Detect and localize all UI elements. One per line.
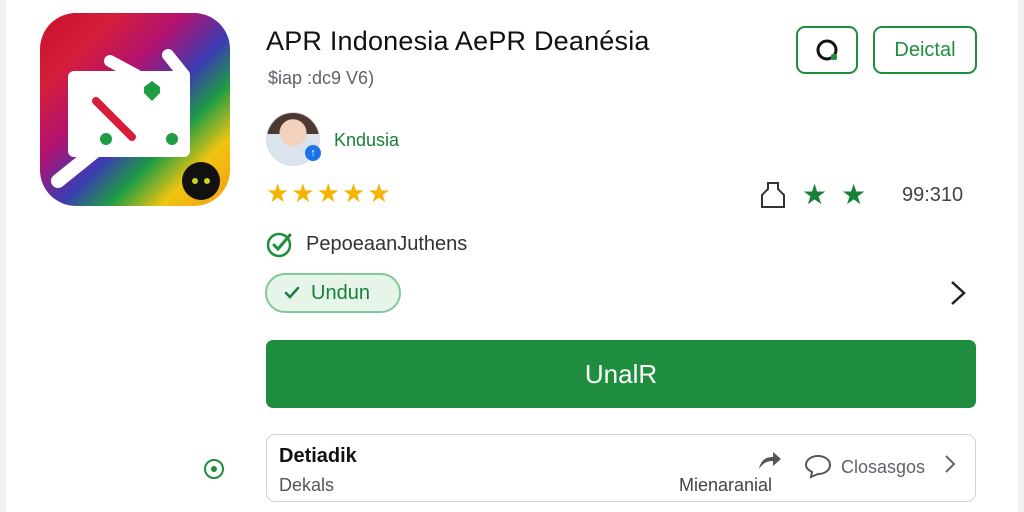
rating-stars: ★★★★★ [266, 178, 393, 208]
chip-label: Undun [311, 281, 370, 304]
check-icon [284, 286, 300, 299]
share-icon[interactable] [757, 449, 783, 471]
details-subtitle: Dekals [279, 475, 335, 495]
primary-action-button[interactable]: UnalR [266, 340, 976, 408]
details-card[interactable]: Detiadik Dekals Mienaranial Closasgos [266, 434, 976, 502]
secondary-button[interactable]: Deictal [873, 26, 977, 74]
stat-value: 99:310 [902, 184, 964, 206]
installed-chip[interactable]: Undun [265, 273, 401, 313]
feature-row: PepoeaanJuthens [266, 230, 467, 258]
icon-badge [182, 162, 220, 200]
details-action-text[interactable]: Closasgos [841, 457, 925, 478]
green-star-icon: ★ [841, 179, 867, 210]
developer-avatar[interactable]: ↑ [266, 112, 321, 166]
comment-icon[interactable] [803, 453, 833, 479]
green-star-icon: ★ [802, 179, 828, 210]
headset-button[interactable] [796, 26, 858, 74]
chevron-right-icon[interactable] [943, 453, 957, 475]
check-circle-icon [266, 232, 292, 258]
feature-text: PepoeaanJuthens [306, 232, 468, 255]
clipboard-icon[interactable] [758, 181, 788, 209]
app-title: APR Indonesia AePR Deanésia [266, 26, 650, 56]
developer-name[interactable]: Kndusia [334, 130, 399, 151]
details-middle-text: Mienaranial [679, 475, 773, 495]
headset-icon [816, 39, 838, 61]
stats-row: ★ ★ [758, 178, 866, 211]
chevron-right-icon[interactable] [946, 278, 970, 308]
record-icon[interactable] [204, 459, 224, 479]
app-subtitle: $iap :dc9 V6) [268, 68, 375, 88]
verified-icon: ↑ [305, 145, 321, 161]
details-title: Detiadik [279, 445, 357, 467]
